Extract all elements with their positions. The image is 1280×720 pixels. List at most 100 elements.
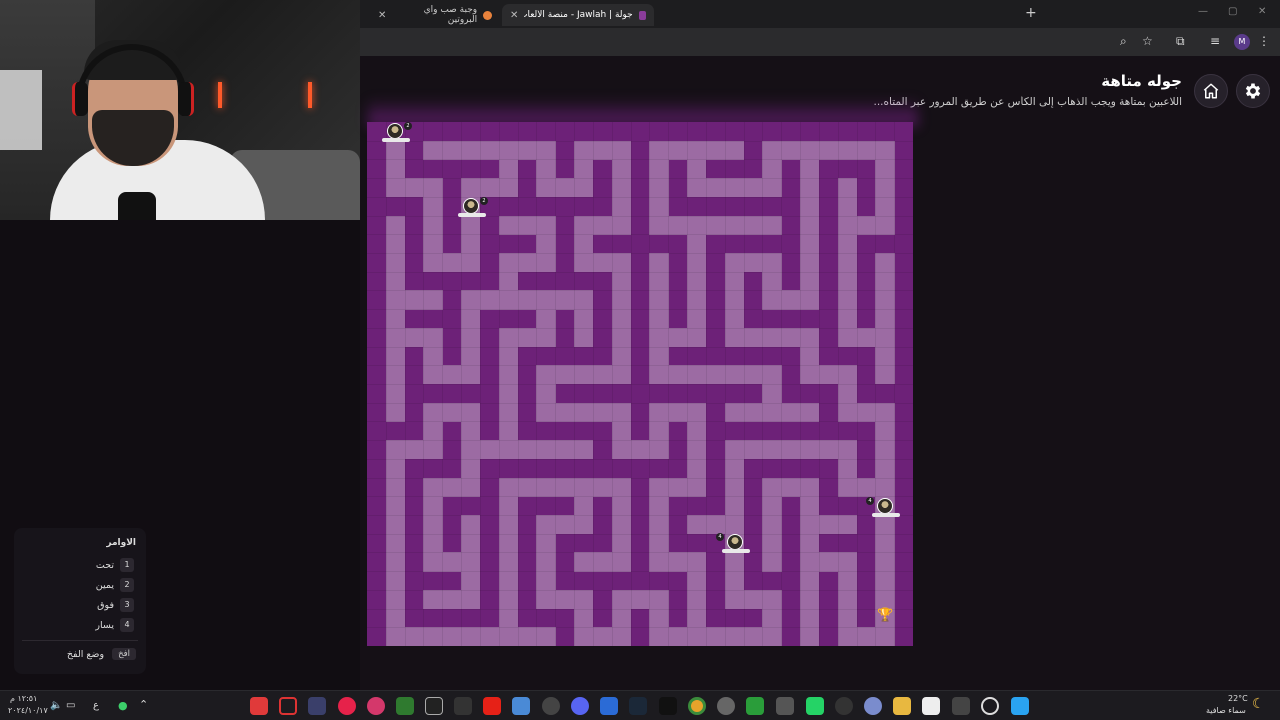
app-icon-globe[interactable] xyxy=(864,697,882,715)
microphone-icon[interactable]: ● xyxy=(118,699,128,712)
whatsapp-icon[interactable] xyxy=(806,697,824,715)
maze-path-cell xyxy=(762,159,782,179)
tab-favicon-icon xyxy=(638,10,646,20)
search-icon[interactable] xyxy=(981,697,999,715)
calculator-icon[interactable] xyxy=(776,697,794,715)
app-icon-obs[interactable] xyxy=(425,697,443,715)
volume-icon[interactable]: 🔈 xyxy=(50,700,62,711)
maze-path-cell xyxy=(762,440,782,460)
maze-path-cell xyxy=(762,178,782,198)
maze-path-cell xyxy=(687,589,707,610)
maze-path-cell xyxy=(479,627,500,646)
maze-path-cell xyxy=(800,327,820,348)
maze-path-cell xyxy=(856,627,876,646)
maze-path-cell xyxy=(442,365,462,385)
maze-path-cell xyxy=(856,140,876,160)
zoom-icon[interactable]: ⌕ xyxy=(1120,34,1127,49)
maze-gridline xyxy=(367,402,913,404)
maze-path-cell xyxy=(574,515,594,535)
app-icon-target[interactable] xyxy=(367,697,385,715)
moon-icon[interactable]: ☾ xyxy=(1252,696,1265,712)
app-icon-play[interactable] xyxy=(396,697,414,715)
chrome-icon[interactable] xyxy=(688,697,706,715)
maze-path-cell xyxy=(724,178,745,198)
maze-gridline xyxy=(367,533,913,535)
home-icon xyxy=(1203,83,1219,99)
maze-path-cell xyxy=(724,477,745,497)
task-view-icon[interactable] xyxy=(952,697,970,715)
maze-path-cell xyxy=(837,627,857,646)
maze-path-cell xyxy=(687,402,707,422)
maze-path-cell xyxy=(800,140,820,160)
maze-gridline xyxy=(367,346,913,348)
player-avatar: 4 xyxy=(716,533,750,553)
maze-path-cell xyxy=(536,589,556,610)
extensions-icon[interactable]: ⧉ xyxy=(1176,34,1185,49)
app-icon-red[interactable] xyxy=(250,697,268,715)
profile-avatar[interactable]: M xyxy=(1234,34,1250,50)
maze-path-cell xyxy=(649,589,669,610)
youtube-icon[interactable] xyxy=(483,697,501,715)
maze-path-cell xyxy=(385,384,406,404)
player-badge: 4 xyxy=(866,497,874,505)
language-indicator[interactable]: ع xyxy=(93,700,99,711)
close-icon[interactable]: ✕ xyxy=(510,10,518,21)
chevron-up-icon[interactable]: ⌃ xyxy=(139,698,148,711)
tiktok-icon[interactable] xyxy=(659,697,677,715)
maze-path-cell xyxy=(461,140,481,160)
maze-path-cell xyxy=(837,215,857,235)
discord-icon[interactable] xyxy=(571,697,589,715)
maze-path-cell xyxy=(687,458,707,479)
maze-path-cell xyxy=(649,309,669,329)
maze-path-cell xyxy=(574,159,594,179)
home-button[interactable] xyxy=(1194,74,1228,108)
maze-gridline xyxy=(367,440,913,442)
maze-path-cell xyxy=(705,178,726,198)
maze-path-cell xyxy=(800,271,820,291)
gear-app-icon[interactable] xyxy=(717,697,735,715)
bookmark-star-icon[interactable]: ☆ xyxy=(1142,34,1153,48)
maze-path-cell xyxy=(498,365,519,385)
close-icon[interactable]: ✕ xyxy=(378,10,386,21)
file-explorer-icon[interactable] xyxy=(893,697,911,715)
photos-icon[interactable] xyxy=(512,697,530,715)
command-label: يمين xyxy=(95,579,114,591)
tab-subway[interactable]: وجبة صب واي البروتين ✕ xyxy=(370,4,500,26)
new-tab-icon[interactable]: + xyxy=(1025,5,1037,21)
network-icon[interactable]: ▭ xyxy=(66,700,75,711)
webcam-light xyxy=(218,82,222,108)
maze-path-cell xyxy=(536,290,556,310)
app-icon-davinci[interactable] xyxy=(308,697,326,715)
close-window-icon[interactable]: ✕ xyxy=(1258,6,1266,17)
clock-time: ١٢:٥١ م xyxy=(10,694,38,703)
tab-jawlah[interactable]: جولة | Jawlah - منصة الألعاب ال... ✕ xyxy=(502,4,654,26)
settings-button[interactable] xyxy=(1236,74,1270,108)
media-controls-icon[interactable]: ≡ xyxy=(1210,34,1220,48)
maximize-icon[interactable]: ▢ xyxy=(1228,6,1237,17)
maze-path-cell xyxy=(385,402,406,422)
settings-app-icon[interactable] xyxy=(542,697,560,715)
maze-path-cell xyxy=(800,215,820,235)
app-icon-record[interactable] xyxy=(338,697,356,715)
menu-icon[interactable]: ⋮ xyxy=(1258,34,1270,48)
notepad-icon[interactable] xyxy=(922,697,940,715)
maze-path-cell xyxy=(611,253,632,273)
maze-path-cell xyxy=(536,309,556,329)
maze-path-cell xyxy=(592,253,613,273)
player-badge: 2 xyxy=(480,197,488,205)
word-icon[interactable] xyxy=(600,697,618,715)
maze-path-cell xyxy=(724,496,745,516)
app-icon-dots[interactable] xyxy=(454,697,472,715)
maze-path-cell xyxy=(555,440,575,460)
windows-start-icon[interactable] xyxy=(1011,697,1029,715)
app-icon-misc[interactable] xyxy=(835,697,853,715)
maze-path-cell xyxy=(856,327,876,348)
maze-path-cell xyxy=(649,290,669,310)
maze-path-cell xyxy=(536,571,556,591)
maze-path-cell xyxy=(498,608,519,628)
app-icon-adobe[interactable] xyxy=(279,697,297,715)
steam-icon[interactable] xyxy=(629,697,647,715)
xbox-icon[interactable] xyxy=(746,697,764,715)
minimize-icon[interactable]: — xyxy=(1198,6,1208,17)
maze-path-cell xyxy=(385,571,406,591)
